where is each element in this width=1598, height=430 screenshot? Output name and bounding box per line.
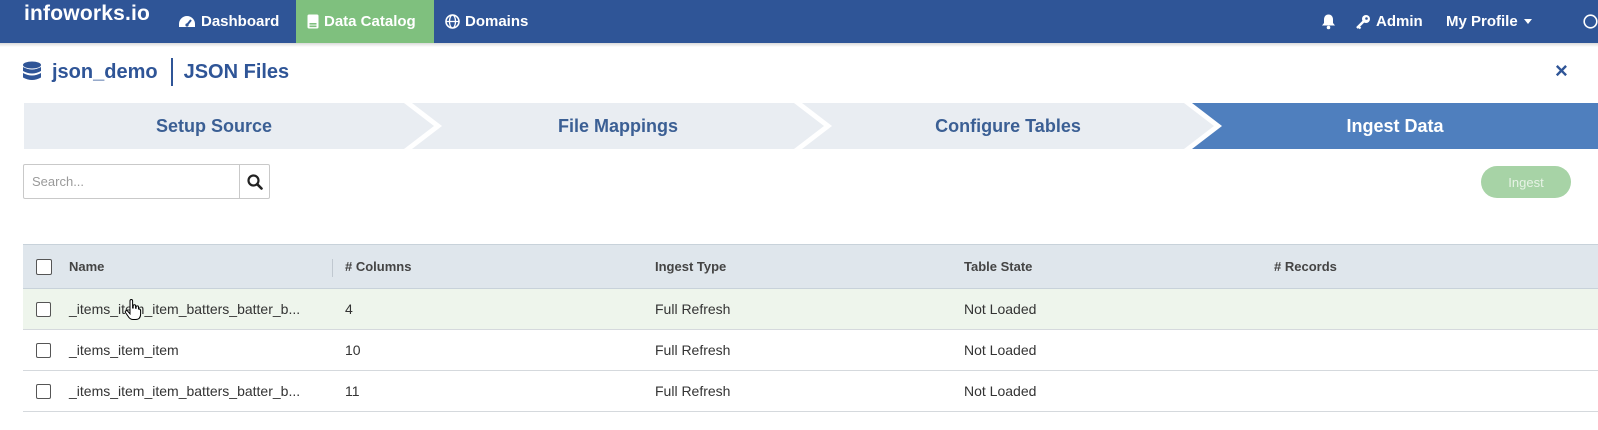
tables-grid: Name # Columns Ingest Type Table State #…: [23, 244, 1598, 412]
hand-cursor-icon: [124, 299, 142, 320]
column-header-ingest-type[interactable]: Ingest Type: [655, 245, 726, 288]
dashboard-icon: [179, 15, 195, 27]
row-name: _items_item_item_batters_batter_b...: [69, 383, 301, 399]
row-select-cell: [36, 330, 51, 370]
row-checkbox[interactable]: [36, 301, 51, 317]
search-button[interactable]: [239, 165, 269, 198]
column-header-records[interactable]: # Records: [1274, 245, 1337, 288]
chevron-down-icon: [1523, 19, 1532, 24]
ingest-button[interactable]: Ingest: [1481, 166, 1571, 198]
database-icon: [23, 61, 41, 80]
nav-domains-label: Domains: [465, 13, 529, 30]
search-box: [23, 164, 270, 199]
row-select-cell: [36, 371, 51, 411]
step-configure-tables[interactable]: Configure Tables: [802, 103, 1214, 149]
notifications-button[interactable]: [1320, 0, 1342, 43]
table-row[interactable]: _items_item_item 10 Full Refresh Not Loa…: [23, 330, 1598, 371]
row-table-state: Not Loaded: [964, 383, 1037, 399]
row-columns: 4: [345, 301, 353, 317]
select-all-checkbox[interactable]: [36, 258, 52, 275]
row-name: _items_item_item: [69, 342, 179, 358]
catalog-icon: [307, 14, 319, 29]
help-button[interactable]: [1583, 0, 1598, 43]
help-icon: [1583, 14, 1598, 29]
row-ingest-type: Full Refresh: [655, 342, 731, 358]
row-columns: 11: [345, 383, 360, 399]
nav-my-profile-label: My Profile: [1446, 13, 1518, 30]
search-input[interactable]: [24, 165, 239, 198]
select-all-cell: [36, 245, 52, 288]
column-header-table-state[interactable]: Table State: [964, 245, 1032, 288]
source-type: JSON Files: [183, 60, 290, 83]
row-ingest-type: Full Refresh: [655, 383, 731, 399]
nav-admin-label: Admin: [1376, 13, 1423, 30]
step-label: File Mappings: [557, 115, 678, 136]
source-header: json_demo JSON Files: [22, 58, 289, 86]
wizard-steps: Setup Source File Mappings Configure Tab…: [24, 103, 1598, 149]
nav-data-catalog[interactable]: Data Catalog: [296, 0, 434, 43]
column-resize-handle[interactable]: [332, 259, 333, 277]
step-file-mappings[interactable]: File Mappings: [412, 103, 824, 149]
nav-admin[interactable]: Admin: [1355, 0, 1423, 43]
source-name: json_demo: [52, 60, 158, 83]
key-icon: [1356, 14, 1370, 29]
nav-dashboard[interactable]: Dashboard: [178, 0, 279, 43]
step-label: Configure Tables: [935, 115, 1081, 136]
step-setup-source[interactable]: Setup Source: [24, 103, 434, 149]
step-ingest-data[interactable]: Ingest Data: [1192, 103, 1598, 149]
search-icon: [246, 173, 263, 190]
row-table-state: Not Loaded: [964, 301, 1037, 317]
close-button[interactable]: ×: [1555, 58, 1568, 84]
globe-icon: [445, 14, 460, 29]
column-header-columns[interactable]: # Columns: [345, 245, 411, 288]
row-ingest-type: Full Refresh: [655, 301, 731, 317]
nav-my-profile[interactable]: My Profile: [1446, 0, 1532, 43]
row-checkbox[interactable]: [36, 342, 51, 358]
row-checkbox[interactable]: [36, 383, 51, 399]
row-table-state: Not Loaded: [964, 342, 1037, 358]
row-columns: 10: [345, 342, 361, 358]
top-navbar: infoworks.io Dashboard Data Catalog Doma…: [0, 0, 1598, 47]
brand-logo[interactable]: infoworks.io: [24, 2, 150, 26]
table-row[interactable]: _items_item_item_batters_batter_b... 4 F…: [23, 289, 1598, 330]
row-select-cell: [36, 289, 51, 329]
title-divider: [170, 58, 173, 86]
row-name: _items_item_item_batters_batter_b...: [69, 301, 301, 317]
column-header-name[interactable]: Name: [69, 245, 104, 288]
nav-domains[interactable]: Domains: [445, 0, 528, 43]
step-label: Ingest Data: [1346, 115, 1444, 136]
nav-data-catalog-label: Data Catalog: [324, 13, 416, 30]
nav-dashboard-label: Dashboard: [201, 13, 280, 30]
table-row[interactable]: _items_item_item_batters_batter_b... 11 …: [23, 371, 1598, 412]
table-header: Name # Columns Ingest Type Table State #…: [23, 244, 1598, 289]
bell-icon: [1322, 14, 1335, 30]
step-label: Setup Source: [155, 115, 273, 136]
